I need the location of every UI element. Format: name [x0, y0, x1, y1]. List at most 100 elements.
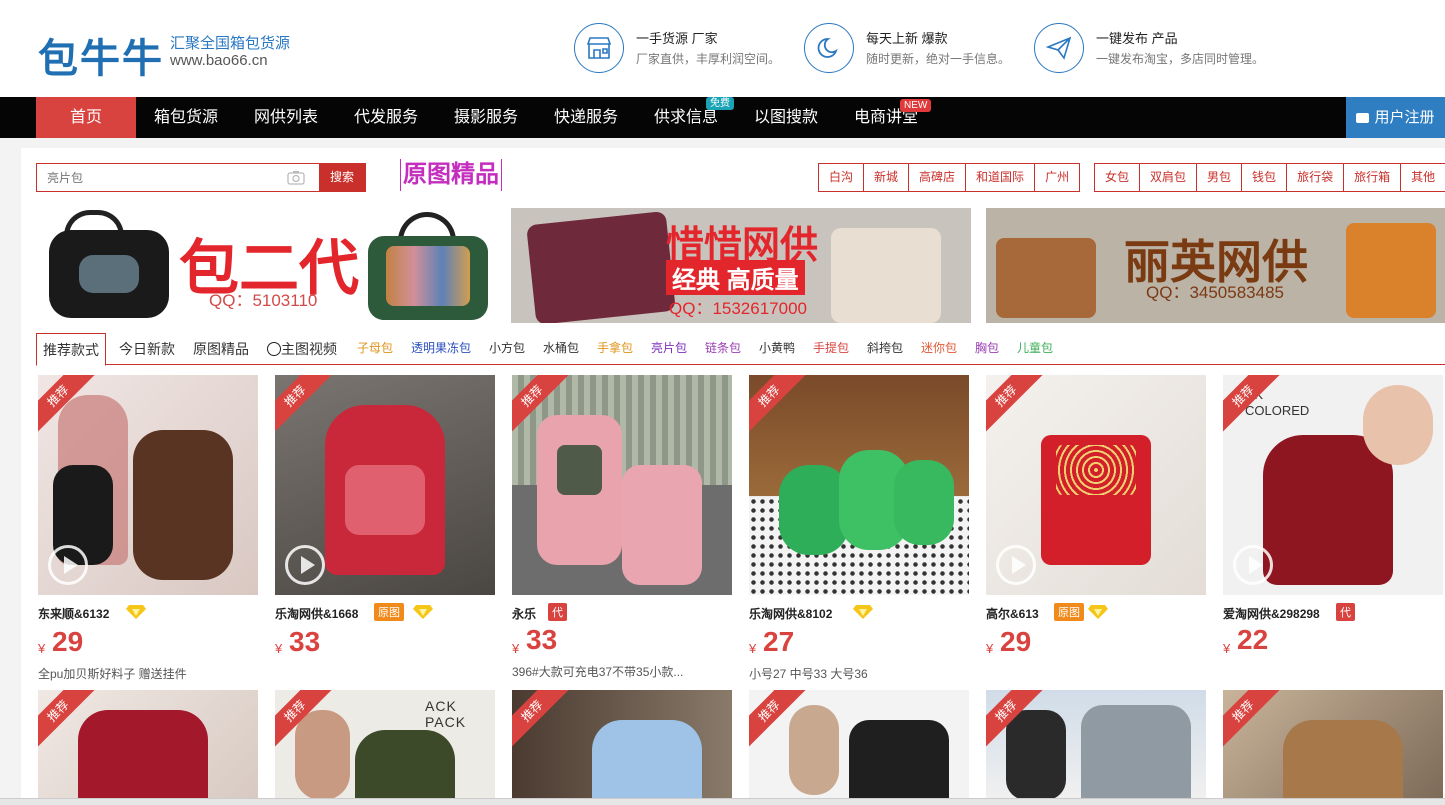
play-video-icon[interactable]	[1233, 545, 1273, 585]
nav-express[interactable]: 快递服务	[536, 97, 636, 138]
sub-category[interactable]: 链条包	[705, 333, 741, 365]
product-seller[interactable]: 乐淘网供&1668	[275, 605, 358, 622]
product-seller[interactable]: 乐淘网供&8102	[749, 605, 832, 622]
product-card[interactable]: 推荐 东来顺&6132 ¥ 29 全pu加贝斯好料子 赠送挂件	[38, 375, 258, 685]
sub-category[interactable]: 亮片包	[651, 333, 687, 365]
product-image[interactable]: 推荐	[38, 375, 258, 595]
search-input[interactable]	[37, 164, 287, 191]
sub-category[interactable]: 小方包	[489, 333, 525, 365]
product-card[interactable]: 推荐	[1223, 690, 1443, 798]
product-price: 29	[1000, 626, 1032, 657]
category-tab-bar: 推荐款式 今日新款 原图精品 主图视频 子母包 透明果冻包 小方包 水桶包 手拿…	[36, 333, 1445, 366]
product-image[interactable]: 推荐	[749, 375, 969, 595]
product-image[interactable]: 推荐	[986, 690, 1206, 798]
product-card[interactable]: 推荐	[749, 690, 969, 798]
banner-xixi[interactable]: 惜惜网供 经典 高质量 QQ：1532617000	[511, 208, 971, 323]
product-seller[interactable]: 永乐	[512, 605, 536, 622]
product-card[interactable]: 推荐	[986, 690, 1206, 798]
register-button[interactable]: 用户注册	[1346, 97, 1445, 138]
category-tag[interactable]: 其他	[1400, 164, 1445, 191]
bag-image	[1346, 223, 1436, 318]
product-image[interactable]: 推荐	[275, 375, 495, 595]
product-card[interactable]: 推荐 永乐 代 ¥ 33 396#大款可充电37不带35小款...	[512, 375, 732, 685]
market-tag[interactable]: 高碑店	[908, 164, 965, 191]
category-tag[interactable]: 旅行箱	[1343, 164, 1400, 191]
sub-category[interactable]: 小黄鸭	[759, 333, 795, 365]
diamond-icon	[1088, 605, 1108, 619]
sub-category[interactable]: 子母包	[357, 333, 393, 365]
product-card[interactable]: 推荐 乐淘网供&1668 原图 ¥ 33	[275, 375, 495, 685]
tab-recommended[interactable]: 推荐款式	[36, 333, 106, 366]
product-seller[interactable]: 东来顺&6132	[38, 605, 109, 622]
product-image[interactable]: 推荐	[512, 375, 732, 595]
nav-image-search[interactable]: 以图搜款	[736, 97, 836, 138]
sub-category[interactable]: 迷你包	[921, 333, 957, 365]
product-card[interactable]: CK COLORED 推荐 爱淘网供&298298 代 ¥ 22	[1223, 375, 1443, 685]
play-icon	[267, 342, 281, 357]
backpack-image	[44, 210, 174, 318]
product-seller[interactable]: 爱淘网供&298298	[1223, 605, 1320, 622]
refresh-icon	[804, 23, 854, 73]
nav-photography[interactable]: 摄影服务	[436, 97, 536, 138]
handbag-image	[368, 212, 488, 320]
sub-category[interactable]: 水桶包	[543, 333, 579, 365]
product-description: 小号27 中号33 大号36	[749, 667, 868, 681]
play-video-icon[interactable]	[996, 545, 1036, 585]
banner-liying[interactable]: 丽英网供 QQ：3450583485	[986, 208, 1445, 323]
market-tag[interactable]: 广州	[1034, 164, 1079, 191]
category-tag[interactable]: 双肩包	[1139, 164, 1196, 191]
category-tag[interactable]: 钱包	[1241, 164, 1286, 191]
original-image-link[interactable]: 原图精品	[400, 159, 502, 191]
product-image[interactable]: 推荐	[986, 375, 1206, 595]
sub-category[interactable]: 手提包	[813, 333, 849, 365]
category-tag[interactable]: 旅行袋	[1286, 164, 1343, 191]
category-tag[interactable]: 女包	[1095, 164, 1139, 191]
nav-dropship[interactable]: 代发服务	[336, 97, 436, 138]
sub-category[interactable]: 斜挎包	[867, 333, 903, 365]
original-image-badge: 原图	[374, 603, 404, 621]
send-icon	[1034, 23, 1084, 73]
bag-image	[831, 228, 941, 323]
product-card[interactable]: 推荐 高尔&613 原图 ¥ 29	[986, 375, 1206, 685]
tab-today-new[interactable]: 今日新款	[119, 333, 175, 365]
product-price: 29	[52, 626, 84, 657]
product-image[interactable]: 推荐	[512, 690, 732, 798]
sub-category[interactable]: 儿童包	[1017, 333, 1053, 365]
sub-category[interactable]: 手拿包	[597, 333, 633, 365]
camera-icon[interactable]	[287, 169, 305, 185]
play-video-icon[interactable]	[48, 545, 88, 585]
nav-supplier-list[interactable]: 网供列表	[236, 97, 336, 138]
tab-main-video[interactable]: 主图视频	[267, 333, 337, 365]
category-tags: 女包 双肩包 男包 钱包 旅行袋 旅行箱 其他	[1094, 163, 1445, 192]
product-image[interactable]: 推荐	[38, 690, 258, 798]
play-video-icon[interactable]	[285, 545, 325, 585]
original-image-badge: 原图	[1054, 603, 1084, 621]
product-image[interactable]: CK COLORED 推荐	[1223, 375, 1443, 595]
sub-category[interactable]: 胸包	[975, 333, 999, 365]
sub-category[interactable]: 透明果冻包	[411, 333, 471, 365]
market-tag[interactable]: 和道国际	[965, 164, 1034, 191]
search-button[interactable]: 搜索	[319, 164, 365, 191]
product-card[interactable]: 推荐	[512, 690, 732, 798]
market-tag[interactable]: 新城	[863, 164, 908, 191]
banner-qq: QQ：3450583485	[1146, 283, 1284, 302]
site-logo[interactable]: 包牛牛	[38, 26, 164, 84]
feature-publish: 一键发布 产品 一键发布淘宝，多店同时管理。	[1034, 23, 1264, 75]
tab-original-image[interactable]: 原图精品	[193, 333, 249, 365]
currency-symbol: ¥	[512, 641, 520, 656]
product-image[interactable]: 推荐	[749, 690, 969, 798]
product-card[interactable]: 推荐 乐淘网供&8102 ¥ 27 小号27 中号33 大号36	[749, 375, 969, 685]
product-image[interactable]: 推荐	[1223, 690, 1443, 798]
market-tag[interactable]: 白沟	[819, 164, 863, 191]
feature-subtitle: 厂家直供，丰厚利润空间。	[636, 52, 781, 66]
product-price: 33	[289, 626, 321, 657]
currency-symbol: ¥	[986, 641, 994, 656]
nav-bag-sources[interactable]: 箱包货源	[136, 97, 236, 138]
nav-home[interactable]: 首页	[36, 97, 136, 138]
product-card[interactable]: 推荐	[38, 690, 258, 798]
product-image[interactable]: ACK PACK 推荐	[275, 690, 495, 798]
product-card[interactable]: ACK PACK 推荐	[275, 690, 495, 798]
product-seller[interactable]: 高尔&613	[986, 605, 1039, 622]
banner-baoerdai[interactable]: 包二代 QQ：5103110	[36, 208, 496, 323]
category-tag[interactable]: 男包	[1196, 164, 1241, 191]
